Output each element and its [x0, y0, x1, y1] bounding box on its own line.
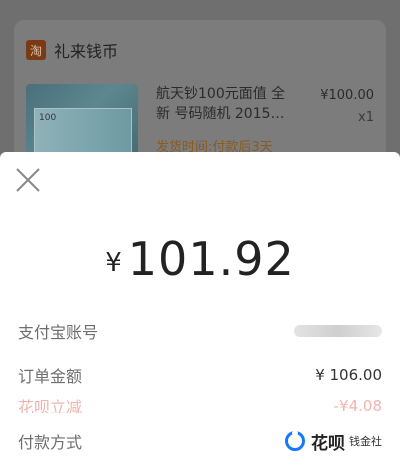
payment-method-label: 付款方式 — [18, 433, 83, 452]
huabei-discount-label: 花呗立减 — [18, 399, 83, 413]
banknote-denomination: 100 — [39, 113, 57, 123]
close-icon[interactable] — [14, 166, 42, 194]
product-title[interactable]: 航天钞100元面值 全新 号码随机 2015… — [156, 84, 296, 124]
alipay-account-value-blurred — [294, 325, 382, 337]
product-price: ¥100.00 — [320, 88, 374, 103]
alipay-account-label: 支付宝账号 — [18, 323, 99, 342]
huabei-discount-value: -¥4.08 — [333, 399, 382, 413]
amount-value: 101.92 — [127, 232, 295, 286]
currency-symbol: ¥ — [105, 248, 122, 278]
watermark-text: 钱金社 — [349, 435, 382, 448]
payment-sheet: ¥101.92 支付宝账号 订单金额 ¥ 106.00 花呗立减 -¥4.08 … — [0, 152, 400, 462]
huabei-icon — [285, 430, 305, 451]
taobao-shop-icon: 淘 — [26, 40, 46, 60]
huabei-discount-row: 花呗立减 -¥4.08 — [18, 399, 382, 413]
alipay-account-row[interactable]: 支付宝账号 — [18, 318, 382, 344]
order-amount-value: ¥ 106.00 — [315, 366, 382, 384]
payment-amount: ¥101.92 — [0, 232, 400, 286]
product-quantity: x1 — [358, 110, 374, 125]
shop-name: 礼来钱币 — [54, 42, 119, 61]
payment-method-name: 花呗 — [311, 433, 345, 454]
payment-method-value[interactable]: 花呗 钱金社 — [285, 429, 382, 454]
payment-method-row[interactable]: 付款方式 花呗 钱金社 — [18, 428, 382, 454]
order-amount-label: 订单金额 — [18, 367, 83, 386]
shop-header[interactable]: 淘 礼来钱币 — [26, 38, 118, 62]
order-amount-row: 订单金额 ¥ 106.00 — [18, 362, 382, 388]
